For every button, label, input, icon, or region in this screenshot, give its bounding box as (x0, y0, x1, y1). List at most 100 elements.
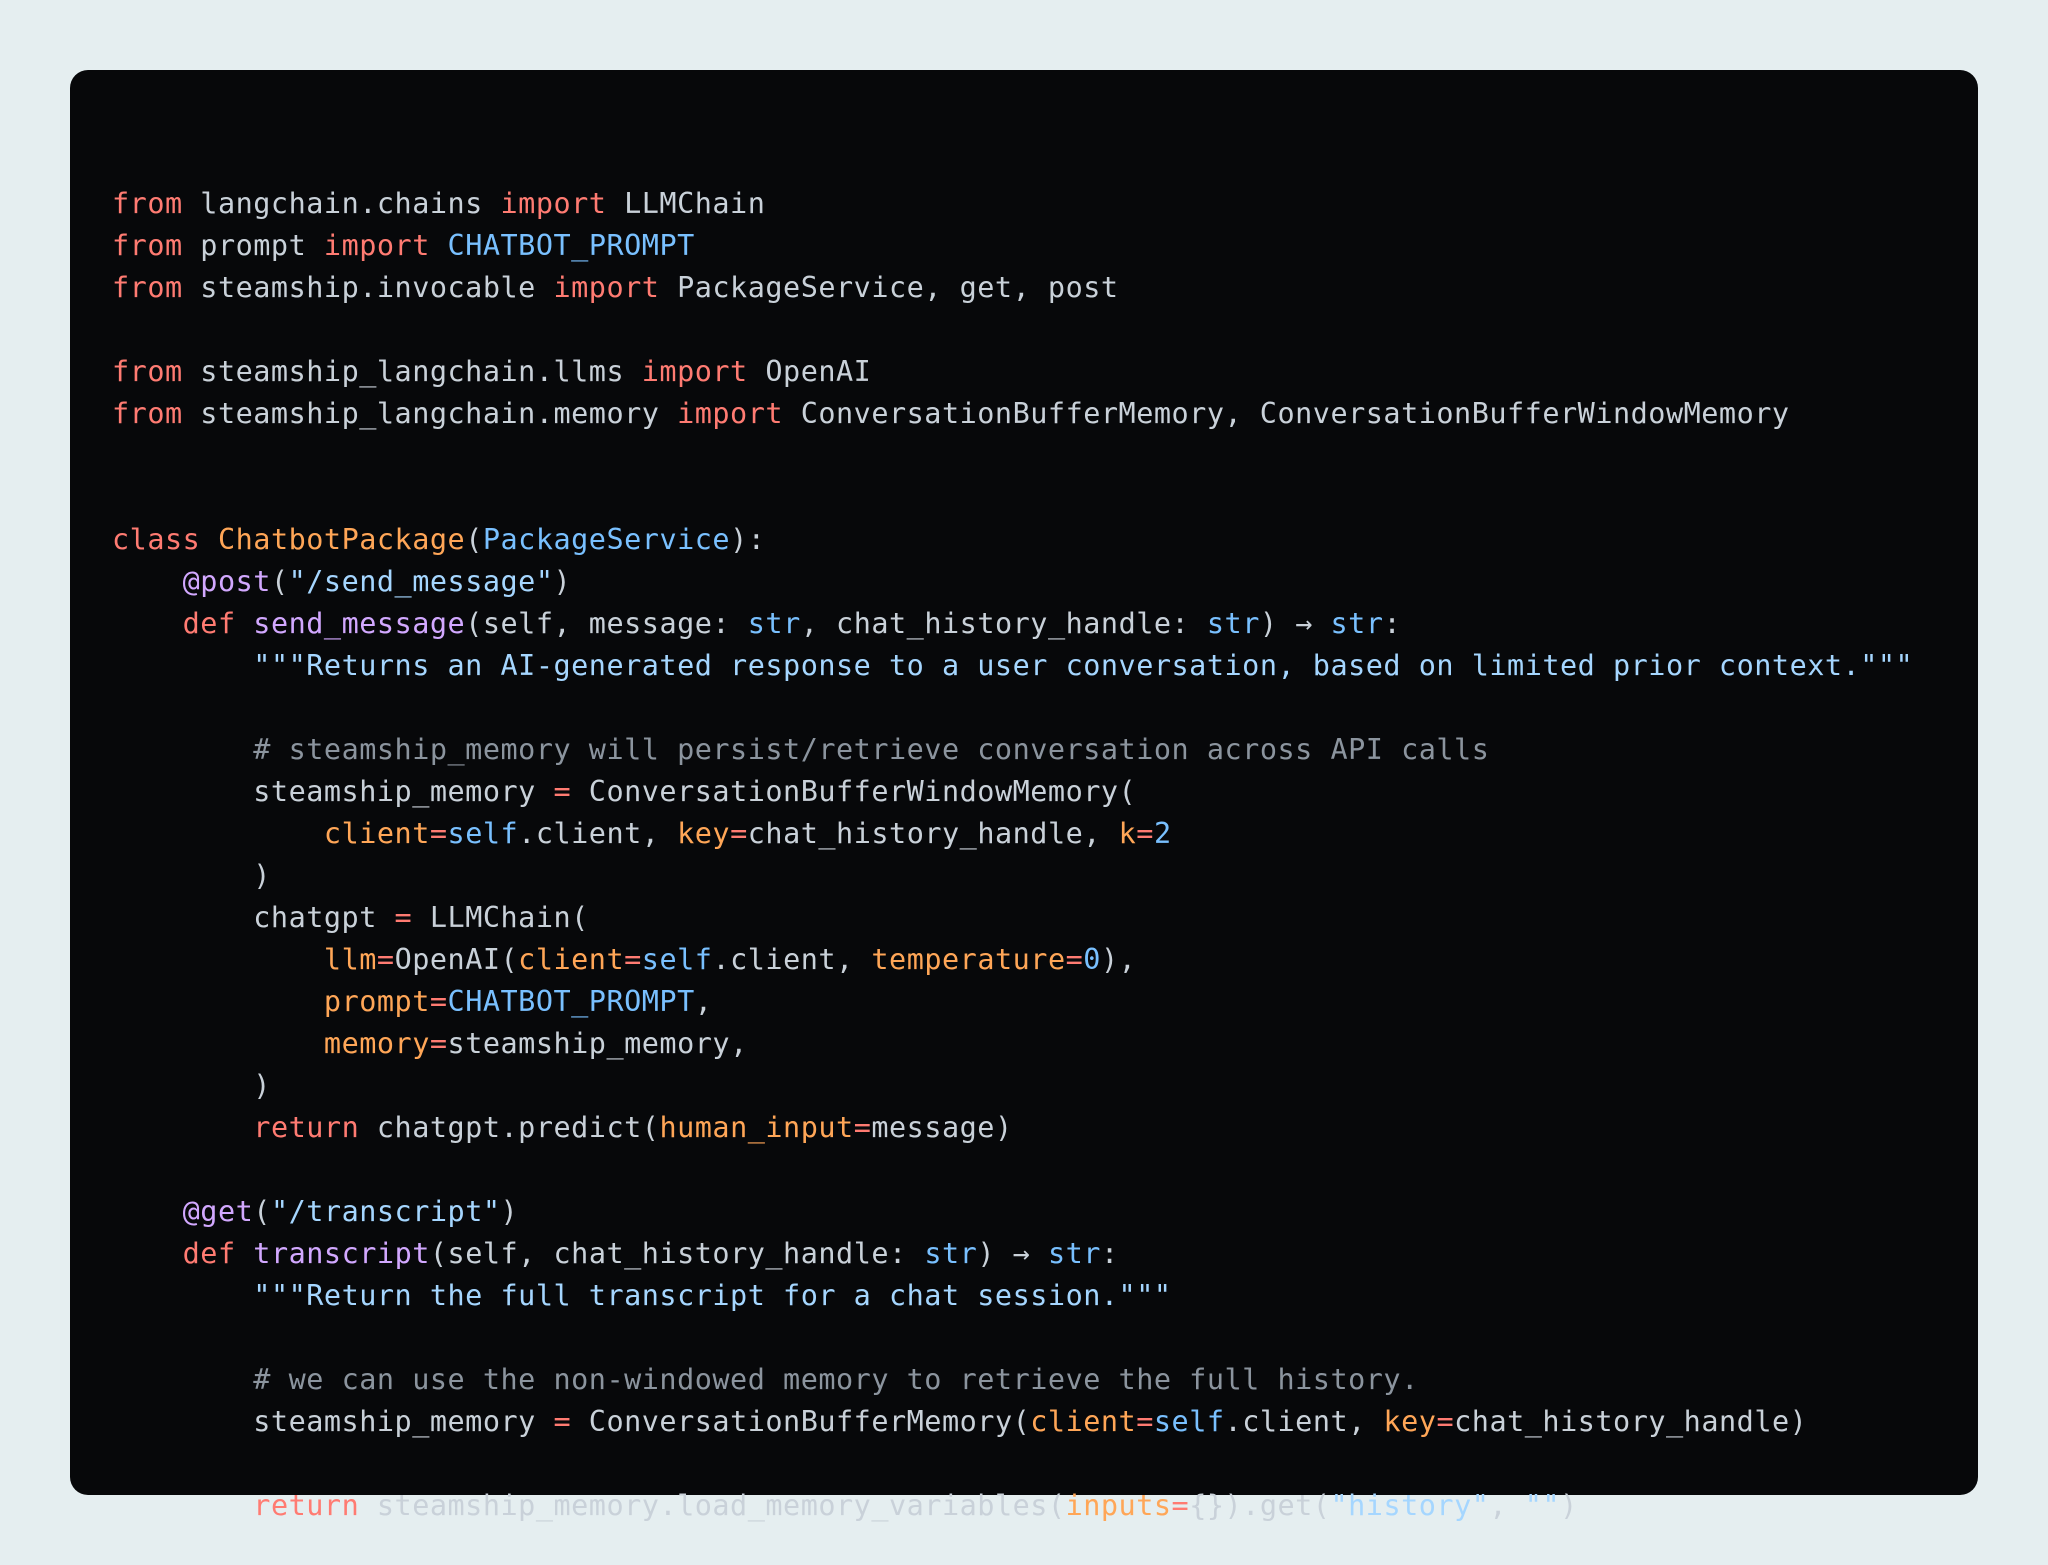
code-token: ( (270, 565, 289, 598)
operator-token: = (429, 985, 448, 1018)
code-token: steamship_langchain.llms (182, 355, 642, 388)
keyword-token: def (182, 607, 236, 640)
code-token: LLMChain (606, 187, 766, 220)
code-line: @post("/send_message") (112, 561, 1978, 603)
keyword-token: import (553, 271, 660, 304)
operator-token: = (1171, 1489, 1190, 1522)
builtin-token: str (747, 607, 801, 640)
code-token: message) (871, 1111, 1013, 1144)
keyword-token: def (182, 1237, 236, 1270)
param-token: temperature (871, 943, 1066, 976)
code-line: steamship_memory = ConversationBufferWin… (112, 771, 1978, 813)
string-token: """Return the full transcript for a chat… (253, 1279, 1172, 1312)
code-token: chat_history_handle) (1454, 1405, 1808, 1438)
code-line: @get("/transcript") (112, 1191, 1978, 1233)
code-line: from steamship.invocable import PackageS… (112, 267, 1978, 309)
string-token: "history" (1330, 1489, 1490, 1522)
code-token: ) (1560, 1489, 1578, 1522)
code-token: , chat_history_handle: (800, 607, 1207, 640)
keyword-token: from (112, 397, 183, 430)
builtin-token: str (924, 1237, 978, 1270)
code-line: from prompt import CHATBOT_PROMPT (112, 225, 1978, 267)
code-token: steamship_memory (112, 1405, 554, 1438)
builtin-token: str (1330, 607, 1384, 640)
code-token: ) → (1259, 607, 1331, 640)
code-line: steamship_memory = ConversationBufferMem… (112, 1401, 1978, 1443)
builtin-token: self (641, 943, 713, 976)
code-token: ConversationBufferMemory, ConversationBu… (783, 397, 1790, 430)
param-token: human_input (659, 1111, 854, 1144)
code-token: {}).get( (1189, 1489, 1331, 1522)
operator-token: = (1436, 1405, 1455, 1438)
keyword-token: import (677, 397, 784, 430)
param-token: prompt (323, 985, 430, 1018)
code-token: , (1489, 1489, 1525, 1522)
operator-token: = (376, 943, 395, 976)
string-token: "/send_message" (288, 565, 554, 598)
code-line: """Returns an AI-generated response to a… (112, 645, 1978, 687)
code-token: ): (730, 523, 766, 556)
code-token: prompt (182, 229, 324, 262)
operator-token: = (1136, 1405, 1154, 1438)
code-token: steamship.invocable (182, 271, 554, 304)
code-token: OpenAI( (394, 943, 519, 976)
code-line: ) (112, 855, 1978, 897)
code-token: ConversationBufferMemory( (571, 1405, 1031, 1438)
operator-token: = (429, 817, 448, 850)
code-line: from langchain.chains import LLMChain (112, 183, 1978, 225)
operator-token: = (553, 1405, 572, 1438)
keyword-token: return (253, 1489, 360, 1522)
param-token: key (1383, 1405, 1437, 1438)
param-token: memory (323, 1027, 430, 1060)
operator-token: = (1065, 943, 1084, 976)
operator-token: = (730, 817, 748, 850)
keyword-token: import (500, 187, 607, 220)
code-token: ( (253, 1195, 271, 1228)
keyword-token: from (112, 355, 183, 388)
operator-token: = (624, 943, 642, 976)
keyword-token: from (112, 229, 183, 262)
code-token: , (694, 985, 713, 1018)
code-token: steamship_memory.load_memory_variables( (359, 1489, 1066, 1522)
keyword-token: class (112, 523, 201, 556)
code-line: from steamship_langchain.llms import Ope… (112, 351, 1978, 393)
function-token: send_message (253, 607, 466, 640)
code-token: ConversationBufferWindowMemory( (571, 775, 1137, 808)
code-token: chat_history_handle, (747, 817, 1119, 850)
code-line: def send_message(self, message: str, cha… (112, 603, 1978, 645)
code-token: ) → (977, 1237, 1048, 1270)
comment-token: # steamship_memory will persist/retrieve… (253, 733, 1490, 766)
comment-token: # we can use the non-windowed memory to … (253, 1363, 1419, 1396)
code-line: chatgpt = LLMChain( (112, 897, 1978, 939)
code-line: # steamship_memory will persist/retrieve… (112, 729, 1978, 771)
function-token: transcript (253, 1237, 430, 1270)
code-line: llm=OpenAI(client=self.client, temperatu… (112, 939, 1978, 981)
code-token: chatgpt (112, 901, 395, 934)
code-token: ( (465, 523, 483, 556)
code-token: ) (553, 565, 572, 598)
code-line: # we can use the non-windowed memory to … (112, 1359, 1978, 1401)
code-line: memory=steamship_memory, (112, 1023, 1978, 1065)
builtin-token: PackageService (482, 523, 731, 556)
param-token: inputs (1065, 1489, 1172, 1522)
operator-token: = (1136, 817, 1154, 850)
builtin-token: self (447, 817, 519, 850)
param-token: k (1118, 817, 1137, 850)
builtin-token: CHATBOT_PROMPT (447, 985, 695, 1018)
string-token: "" (1524, 1489, 1561, 1522)
code-token: (self, chat_history_handle: (429, 1237, 925, 1270)
